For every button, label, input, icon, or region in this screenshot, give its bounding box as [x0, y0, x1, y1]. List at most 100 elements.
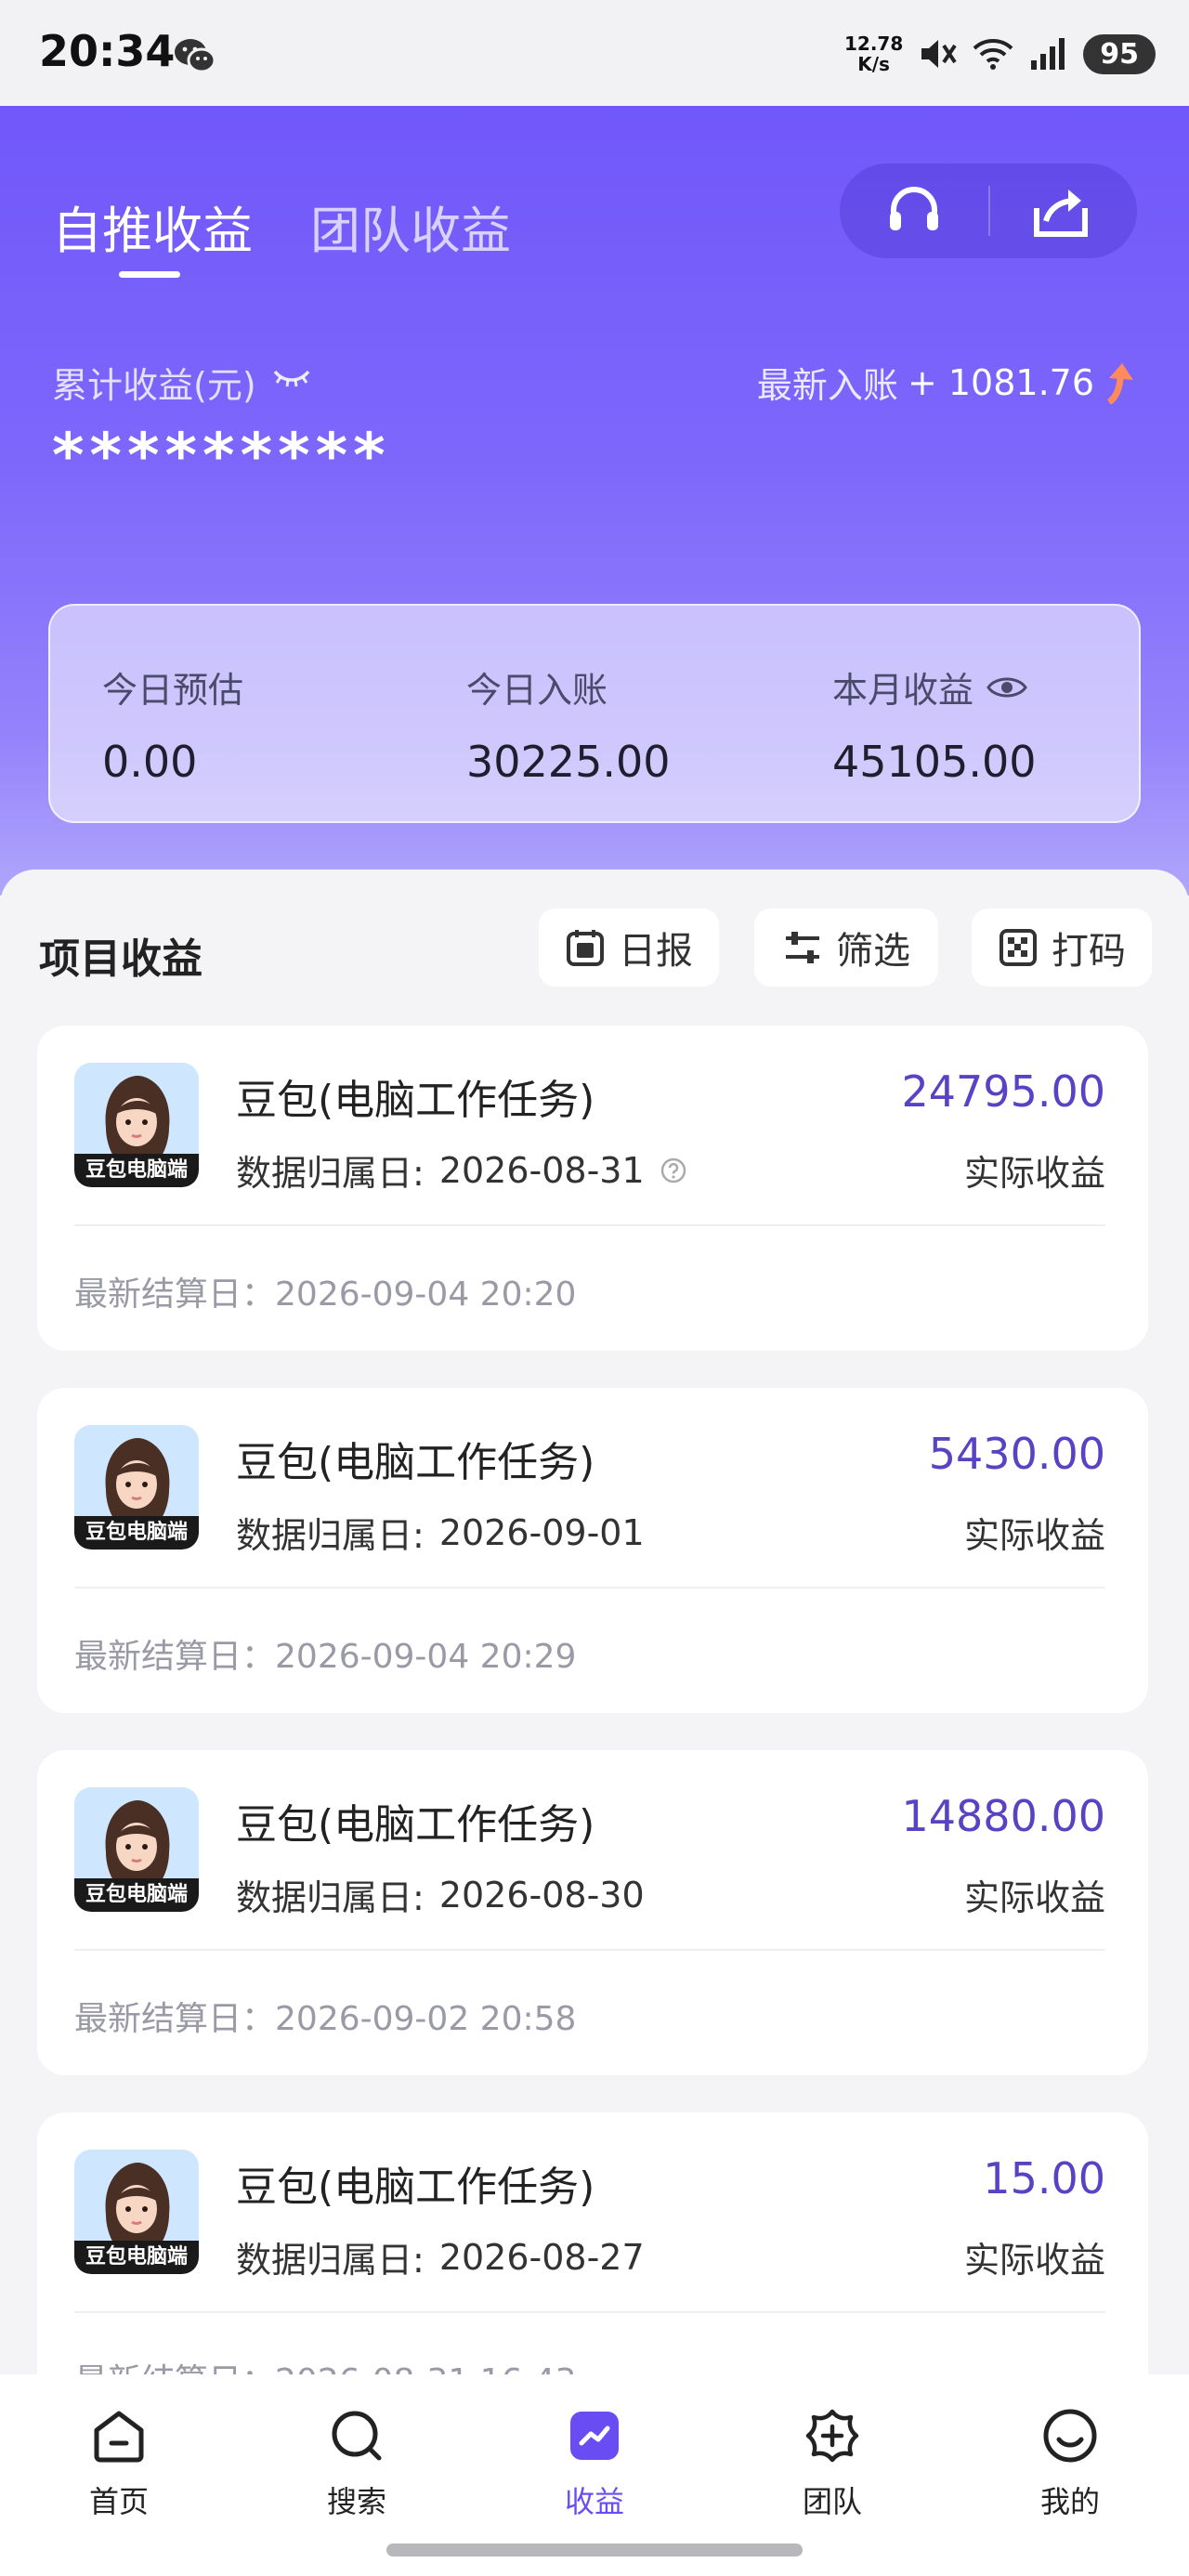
- nav-label: 搜索: [326, 2484, 386, 2519]
- eye-closed-icon[interactable]: [271, 360, 312, 394]
- card-divider: [74, 1949, 1105, 1951]
- avatar-tag: 豆包电脑端: [74, 1154, 199, 1187]
- trend-up-icon: [1106, 362, 1133, 404]
- filter-button[interactable]: 筛选: [754, 909, 938, 987]
- earnings-amount-label: 实际收益: [963, 1877, 1105, 1918]
- stat-month-earnings: 本月收益 45105.00: [832, 661, 1037, 787]
- project-avatar: 豆包电脑端: [74, 2150, 199, 2274]
- status-time: 20:34: [39, 26, 176, 76]
- earnings-icon: [570, 2412, 619, 2460]
- avatar-tag: 豆包电脑端: [74, 1516, 199, 1550]
- share-icon[interactable]: [1029, 180, 1092, 242]
- earnings-amount: 14880.00: [901, 1791, 1106, 1841]
- data-date-label: 数据归属日:: [236, 2240, 425, 2281]
- net-speed-unit: K/s: [857, 53, 890, 75]
- earnings-amount: 24795.00: [901, 1066, 1106, 1117]
- filter-icon: [786, 932, 819, 963]
- profile-icon: [1043, 2409, 1097, 2463]
- stat-label: 今日预估: [102, 670, 244, 711]
- earnings-card[interactable]: 豆包电脑端 豆包(电脑工作任务) 数据归属日: 2026-09-01 5430.…: [37, 1388, 1148, 1713]
- project-title: 豆包(电脑工作任务): [236, 2164, 595, 2211]
- signal-icon: [1031, 38, 1065, 70]
- filter-label: 筛选: [836, 930, 910, 973]
- settlement-label: 最新结算日：: [74, 1275, 276, 1314]
- wechat-icon: [175, 39, 216, 73]
- project-title: 豆包(电脑工作任务): [236, 1077, 595, 1124]
- stat-label: 今日入账: [466, 670, 608, 711]
- tab-team-earnings[interactable]: 团队收益: [310, 190, 511, 263]
- nav-search[interactable]: 搜索: [282, 2406, 431, 2521]
- nav-team[interactable]: 团队: [758, 2406, 907, 2521]
- headset-icon[interactable]: [882, 180, 946, 242]
- data-date-label: 数据归属日:: [236, 1515, 425, 1556]
- battery-indicator: 95: [1083, 33, 1156, 74]
- home-icon: [94, 2411, 144, 2463]
- calendar-icon: [567, 930, 604, 966]
- active-tab-indicator: [119, 271, 180, 278]
- earnings-card[interactable]: 豆包电脑端 豆包(电脑工作任务) 数据归属日: 2026-08-31 24795…: [37, 1026, 1148, 1351]
- section-title: 项目收益: [39, 935, 203, 983]
- mosaic-button[interactable]: 打码: [972, 909, 1152, 987]
- status-right: 12.78 K/s 95: [844, 28, 1156, 80]
- earnings-amount-label: 实际收益: [963, 1153, 1105, 1194]
- nav-label: 首页: [88, 2484, 149, 2519]
- stat-value: 0.00: [102, 737, 198, 787]
- data-date: 2026-09-01: [438, 1511, 645, 1553]
- nav-label: 我的: [1039, 2484, 1100, 2519]
- cumulative-earnings-value: *********: [52, 420, 391, 491]
- stat-today-estimate: 今日预估 0.00: [102, 661, 243, 787]
- eye-open-icon[interactable]: [986, 673, 1027, 701]
- data-date: 2026-08-27: [438, 2236, 645, 2278]
- daily-report-label: 日报: [619, 930, 693, 973]
- project-earnings-section: 项目收益 日报 筛选 打码 豆包电脑端 豆包(电脑工作任务) 数据归属日: 20…: [0, 870, 1189, 2438]
- stat-value: 30225.00: [466, 737, 671, 787]
- project-title: 豆包(电脑工作任务): [236, 1439, 595, 1486]
- settlement-time: 2026-09-04 20:20: [275, 1275, 577, 1314]
- mosaic-icon: [1000, 929, 1037, 966]
- data-date: 2026-08-30: [438, 1874, 645, 1916]
- latest-income-amount: + 1081.76: [907, 361, 1094, 403]
- nav-profile[interactable]: 我的: [996, 2406, 1144, 2521]
- earnings-amount: 5430.00: [928, 1429, 1105, 1479]
- stat-value: 45105.00: [832, 737, 1037, 787]
- nav-home[interactable]: 首页: [45, 2406, 193, 2521]
- search-icon: [332, 2411, 382, 2461]
- settlement-row: 最新结算日：2026-09-02 20:58: [74, 1992, 576, 2040]
- avatar-tag: 豆包电脑端: [74, 2241, 199, 2274]
- mosaic-label: 打码: [1052, 930, 1126, 973]
- project-title: 豆包(电脑工作任务): [236, 1801, 595, 1849]
- actions-separator: [988, 186, 990, 236]
- earnings-card[interactable]: 豆包电脑端 豆包(电脑工作任务) 数据归属日: 2026-08-30 14880…: [37, 1750, 1148, 2075]
- card-divider: [74, 2311, 1105, 2313]
- settlement-label: 最新结算日：: [74, 1638, 276, 1676]
- earnings-amount-label: 实际收益: [963, 2240, 1105, 2281]
- daily-report-button[interactable]: 日报: [539, 909, 719, 987]
- net-speed: 12.78 K/s: [844, 33, 903, 74]
- settlement-time: 2026-09-02 20:58: [275, 2000, 577, 2038]
- stat-label-row: 本月收益: [832, 661, 1037, 713]
- status-bar: 20:34 12.78 K/s 95: [0, 0, 1189, 106]
- bottom-nav: 首页 搜索 收益 团队 我的: [0, 2374, 1189, 2576]
- project-avatar: 豆包电脑端: [74, 1063, 199, 1187]
- home-indicator[interactable]: [386, 2543, 803, 2556]
- wifi-icon: [973, 39, 1013, 70]
- data-date-label: 数据归属日:: [236, 1877, 425, 1918]
- tab-self-earnings[interactable]: 自推收益: [52, 190, 253, 263]
- project-avatar: 豆包电脑端: [74, 1787, 199, 1912]
- card-divider: [74, 1587, 1105, 1589]
- help-icon[interactable]: [660, 1157, 687, 1184]
- cumulative-earnings-label: 累计收益(元): [52, 365, 256, 406]
- stats-card: 今日预估 0.00 今日入账 30225.00 本月收益 45105.00: [48, 604, 1141, 823]
- stat-label: 本月收益: [832, 670, 974, 711]
- avatar-tag: 豆包电脑端: [74, 1878, 199, 1912]
- nav-earnings[interactable]: 收益: [520, 2406, 669, 2521]
- data-date-label: 数据归属日:: [236, 1153, 425, 1194]
- team-icon: [805, 2409, 859, 2463]
- stat-today-income: 今日入账 30225.00: [466, 661, 671, 787]
- data-date-row: 数据归属日: 2026-08-30: [236, 1869, 645, 1920]
- mute-icon: [921, 40, 957, 68]
- data-date-row: 数据归属日: 2026-09-01: [236, 1507, 645, 1558]
- earnings-amount: 15.00: [983, 2153, 1105, 2203]
- earnings-header: 自推收益 团队收益 累计收益(元) 最新入账 + 1081.76 *******…: [0, 106, 1189, 896]
- project-avatar: 豆包电脑端: [74, 1425, 199, 1550]
